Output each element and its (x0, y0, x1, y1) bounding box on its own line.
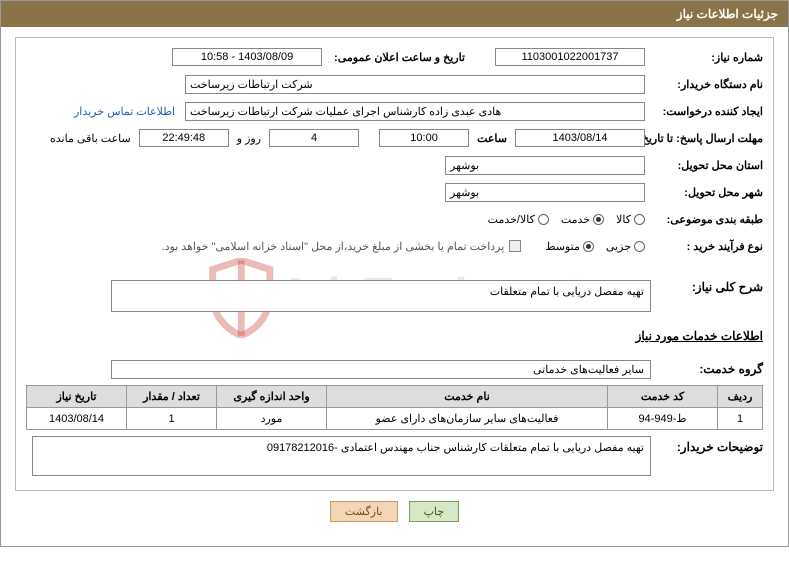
th-code: کد خدمت (608, 386, 718, 408)
cell-qty: 1 (127, 408, 217, 430)
deadline-time: 10:00 (379, 129, 469, 147)
th-name: نام خدمت (327, 386, 608, 408)
table-header-row: ردیف کد خدمت نام خدمت واحد اندازه گیری ت… (27, 386, 763, 408)
service-group-value: سایر فعالیت‌های خدماتی (111, 360, 651, 379)
th-row: ردیف (718, 386, 763, 408)
cell-unit: مورد (217, 408, 327, 430)
radio-service-label: خدمت (561, 213, 590, 226)
radio-goods[interactable]: کالا (616, 213, 645, 226)
need-number-value: 1103001022001737 (495, 48, 645, 66)
content-area: AriaTender.net شماره نیاز: 1103001022001… (1, 27, 788, 546)
buyer-org-label: نام دستگاه خریدار: (651, 78, 763, 91)
deadline-date: 1403/08/14 (515, 129, 645, 147)
radio-goods-service-label: کالا/خدمت (488, 213, 535, 226)
province-value: بوشهر (445, 156, 645, 175)
panel-title: جزئیات اطلاعات نیاز (1, 1, 788, 27)
summary-label: شرح کلی نیاز: (651, 280, 763, 294)
announce-label: تاریخ و ساعت اعلان عمومی: (334, 51, 465, 64)
buyer-org-value: شرکت ارتباطات زیرساخت (185, 75, 645, 94)
need-number-label: شماره نیاز: (651, 51, 763, 64)
cell-row: 1 (718, 408, 763, 430)
city-label: شهر محل تحویل: (651, 186, 763, 199)
deadline-label: مهلت ارسال پاسخ: تا تاریخ: (651, 132, 763, 145)
remaining-label: ساعت باقی مانده (50, 132, 131, 145)
countdown-time: 22:49:48 (139, 129, 229, 147)
days-remaining: 4 (269, 129, 359, 147)
province-label: استان محل تحویل: (651, 159, 763, 172)
payment-note: پرداخت تمام یا بخشی از مبلغ خرید،از محل … (162, 240, 505, 253)
table-row: 1 ط-949-94 فعالیت‌های سایر سازمان‌های دا… (27, 408, 763, 430)
button-row: چاپ بازگشت (15, 491, 774, 536)
radio-small-label: جزیی (606, 240, 631, 253)
days-and-label: روز و (237, 132, 261, 145)
cell-date: 1403/08/14 (27, 408, 127, 430)
services-table: ردیف کد خدمت نام خدمت واحد اندازه گیری ت… (26, 385, 763, 430)
buyer-contact-link[interactable]: اطلاعات تماس خریدار (74, 105, 175, 118)
treasury-checkbox[interactable] (509, 240, 521, 252)
time-label: ساعت (477, 132, 507, 145)
radio-goods-label: کالا (616, 213, 631, 226)
city-value: بوشهر (445, 183, 645, 202)
summary-value: تهیه مفصل دریایی با تمام متعلقات (111, 280, 651, 312)
proc-type-radio-group: جزیی متوسط (545, 240, 645, 253)
category-radio-group: کالا خدمت کالا/خدمت (488, 213, 645, 226)
category-label: طبقه بندی موضوعی: (651, 213, 763, 226)
radio-goods-service[interactable]: کالا/خدمت (488, 213, 549, 226)
proc-type-label: نوع فرآیند خرید : (651, 240, 763, 253)
radio-medium[interactable]: متوسط (545, 240, 594, 253)
buyer-notes-label: توضیحات خریدار: (651, 436, 763, 454)
services-header: اطلاعات خدمات مورد نیاز (636, 329, 763, 343)
radio-service[interactable]: خدمت (561, 213, 604, 226)
requester-label: ایجاد کننده درخواست: (651, 105, 763, 118)
announce-value: 1403/08/09 - 10:58 (172, 48, 322, 66)
details-box: AriaTender.net شماره نیاز: 1103001022001… (15, 37, 774, 491)
requester-value: هادی عبدی زاده کارشناس اجرای عملیات شرکت… (185, 102, 645, 121)
th-qty: تعداد / مقدار (127, 386, 217, 408)
radio-medium-label: متوسط (545, 240, 580, 253)
buyer-notes-value: تهیه مفصل دریایی با تمام متعلقات کارشناس… (32, 436, 651, 476)
cell-code: ط-949-94 (608, 408, 718, 430)
back-button[interactable]: بازگشت (330, 501, 398, 522)
print-button[interactable]: چاپ (409, 501, 460, 522)
buyer-notes-row: توضیحات خریدار: تهیه مفصل دریایی با تمام… (26, 436, 763, 476)
cell-name: فعالیت‌های سایر سازمان‌های دارای عضو (327, 408, 608, 430)
service-group-label: گروه خدمت: (651, 362, 763, 376)
main-panel: جزئیات اطلاعات نیاز AriaTender.net شماره… (0, 0, 789, 547)
th-date: تاریخ نیاز (27, 386, 127, 408)
th-unit: واحد اندازه گیری (217, 386, 327, 408)
radio-small[interactable]: جزیی (606, 240, 645, 253)
